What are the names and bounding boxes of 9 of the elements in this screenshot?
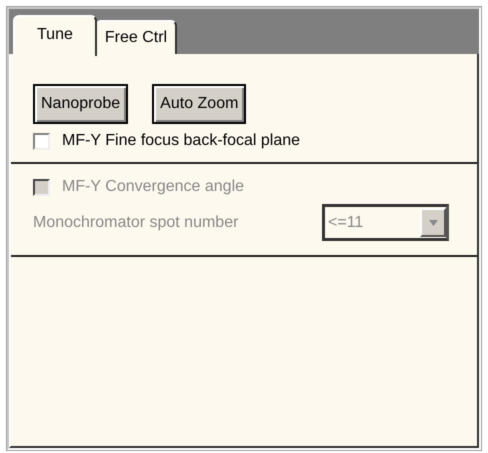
tab[interactable]: Free Ctrl [94,20,178,54]
push-button[interactable]: Auto Zoom [152,84,246,124]
field-label: Monochromator spot number [33,214,238,232]
tab[interactable]: Tune [13,15,97,56]
checkbox-label: MF-Y Fine focus back-focal plane [62,132,300,150]
checkbox[interactable] [33,132,50,150]
push-button[interactable]: Nanoprobe [33,84,128,124]
checkbox-label: MF-Y Convergence angle [62,178,244,196]
dropdown-arrow-icon [428,220,438,226]
